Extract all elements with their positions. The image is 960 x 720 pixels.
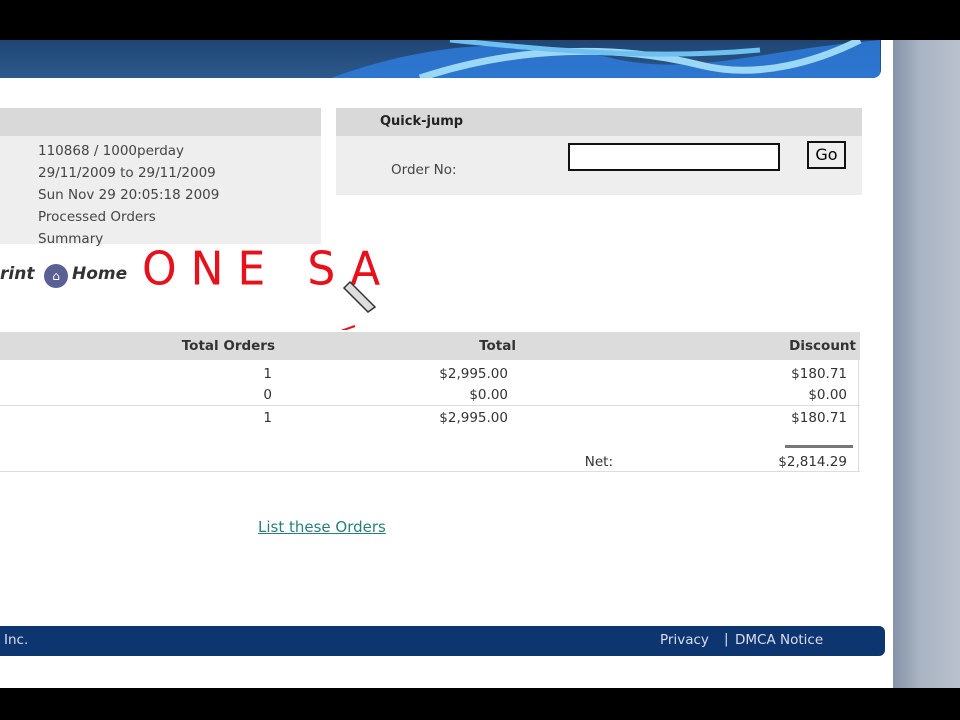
cell-discount: $180.71 — [791, 410, 847, 426]
pencil-icon — [340, 280, 377, 330]
col-total: Total — [479, 338, 516, 354]
home-link[interactable]: Home — [72, 264, 127, 284]
net-value: $2,814.29 — [778, 454, 847, 470]
quick-jump-title: Quick-jump — [336, 108, 862, 136]
browser-side-area — [893, 40, 960, 688]
cell-discount: $0.00 — [808, 387, 847, 403]
report-type: Processed Orders — [38, 209, 156, 225]
footer-separator: | — [724, 631, 729, 647]
report-info: 110868 / 1000perday 29/11/2009 to 29/11/… — [38, 140, 219, 250]
generated-time: Sun Nov 29 20:05:18 2009 — [38, 187, 220, 203]
header-banner — [0, 40, 881, 78]
home-icon[interactable]: ⌂ — [44, 264, 68, 288]
cell-total: $2,995.00 — [439, 366, 508, 382]
go-button[interactable]: Go — [807, 141, 846, 169]
footer: Inc. Privacy | DMCA Notice — [0, 626, 885, 656]
page: 110868 / 1000perday 29/11/2009 to 29/11/… — [0, 40, 893, 688]
privacy-link[interactable]: Privacy — [660, 632, 709, 648]
sum-rule — [785, 445, 853, 448]
order-no-label: Order No: — [391, 162, 457, 178]
print-link[interactable]: rint — [0, 264, 34, 284]
cell-orders: 1 — [263, 366, 272, 382]
divider — [0, 405, 860, 406]
cell-orders: 0 — [263, 387, 272, 403]
cell-total: $2,995.00 — [439, 410, 508, 426]
cell-orders: 1 — [263, 410, 272, 426]
cell-discount: $180.71 — [791, 366, 847, 382]
divider — [858, 360, 859, 472]
list-orders-link[interactable]: List these Orders — [258, 518, 386, 536]
dmca-link[interactable]: DMCA Notice — [735, 632, 823, 648]
col-discount: Discount — [789, 338, 856, 354]
date-range: 29/11/2009 to 29/11/2009 — [38, 165, 216, 181]
wave-graphic — [300, 40, 880, 78]
divider — [0, 471, 860, 472]
report-id: 110868 / 1000perday — [38, 143, 185, 159]
col-total-orders: Total Orders — [181, 338, 275, 354]
cell-total: $0.00 — [469, 387, 508, 403]
footer-company: Inc. — [4, 632, 29, 648]
summary-table-header: Total Orders Total Discount — [0, 332, 860, 360]
order-no-input[interactable] — [568, 143, 780, 171]
net-label: Net: — [584, 454, 613, 470]
